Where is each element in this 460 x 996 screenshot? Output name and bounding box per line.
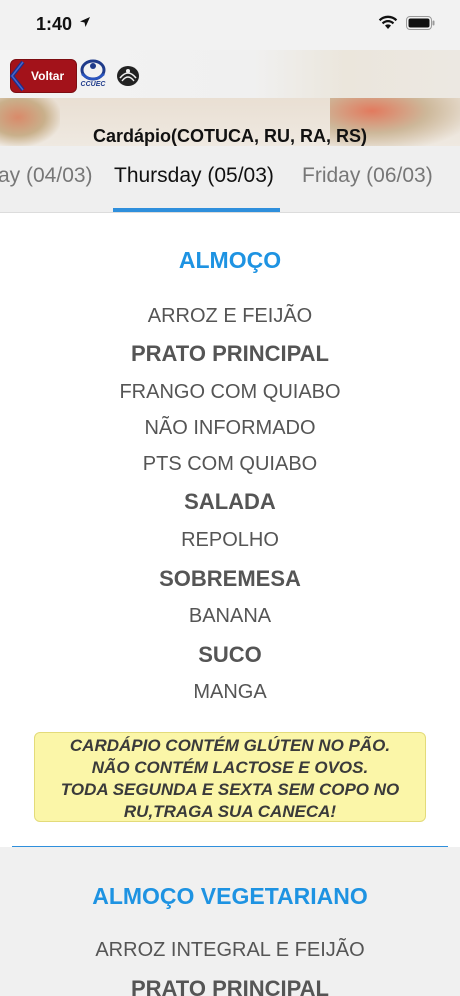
tab-current-day[interactable]: Thursday (05/03) [114,164,274,188]
nav-header: Voltar CCUEC [0,50,460,98]
back-button[interactable]: Voltar [10,59,77,93]
banner: Cardápio(COTUCA, RU, RA, RS) [0,98,460,146]
app-screen: 1:40 Voltar CCUEC Cardápio(COTUCA, RU, R… [0,0,460,996]
status-bar: 1:40 [0,0,460,50]
veg-section [0,847,460,996]
menu-heading: PRATO PRINCIPAL [130,976,329,996]
status-time: 1:40 [36,14,73,34]
tab-selected-indicator [113,208,280,212]
menu-heading: PRATO PRINCIPAL [130,341,329,366]
lunch-title: ALMOÇO [178,247,282,273]
day-tabs: ay (04/03) Thursday (05/03) Friday (06/0… [0,146,460,213]
wifi-icon [378,15,398,29]
menu-heading: SOBREMESA [159,566,301,591]
menu-item: BANANA [188,605,272,627]
tab-previous-day[interactable]: ay (04/03) [0,164,93,188]
menu-item: NÃO INFORMADO [144,417,316,439]
menu-item: FRANGO COM QUIABO [119,381,341,403]
chevron-left-icon [10,60,25,92]
notice-line: NÃO CONTÉM LACTOSE E OVOS. [91,758,369,777]
veg-lunch-title: ALMOÇO VEGETARIANO [92,883,368,909]
menu-item: ARROZ INTEGRAL E FEIJÃO [95,939,365,961]
ccuec-logo-text: CCUEC [80,81,106,88]
menu-heading: SUCO [198,642,262,667]
battery-icon [406,15,435,30]
status-icons [378,15,436,30]
menu-item: ARROZ E FEIJÃO [147,305,313,327]
unicamp-logo-icon [117,66,139,86]
menu-heading: SALADA [184,489,276,514]
menu-item: MANGA [193,681,267,703]
menu-notice: CARDÁPIO CONTÉM GLÚTEN NO PÃO. NÃO CONTÉ… [34,732,426,822]
notice-line: TODA SEGUNDA E SEXTA SEM COPO NO [60,780,400,799]
menu-item: REPOLHO [181,529,279,551]
location-arrow-icon [80,17,90,27]
page-title: Cardápio(COTUCA, RU, RA, RS) [93,126,367,146]
notice-line: RU,TRAGA SUA CANECA! [123,802,337,821]
tab-next-day[interactable]: Friday (06/03) [302,164,433,188]
menu-item: PTS COM QUIABO [142,453,318,475]
notice-line: CARDÁPIO CONTÉM GLÚTEN NO PÃO. [69,736,391,755]
back-label: Voltar [31,69,65,83]
